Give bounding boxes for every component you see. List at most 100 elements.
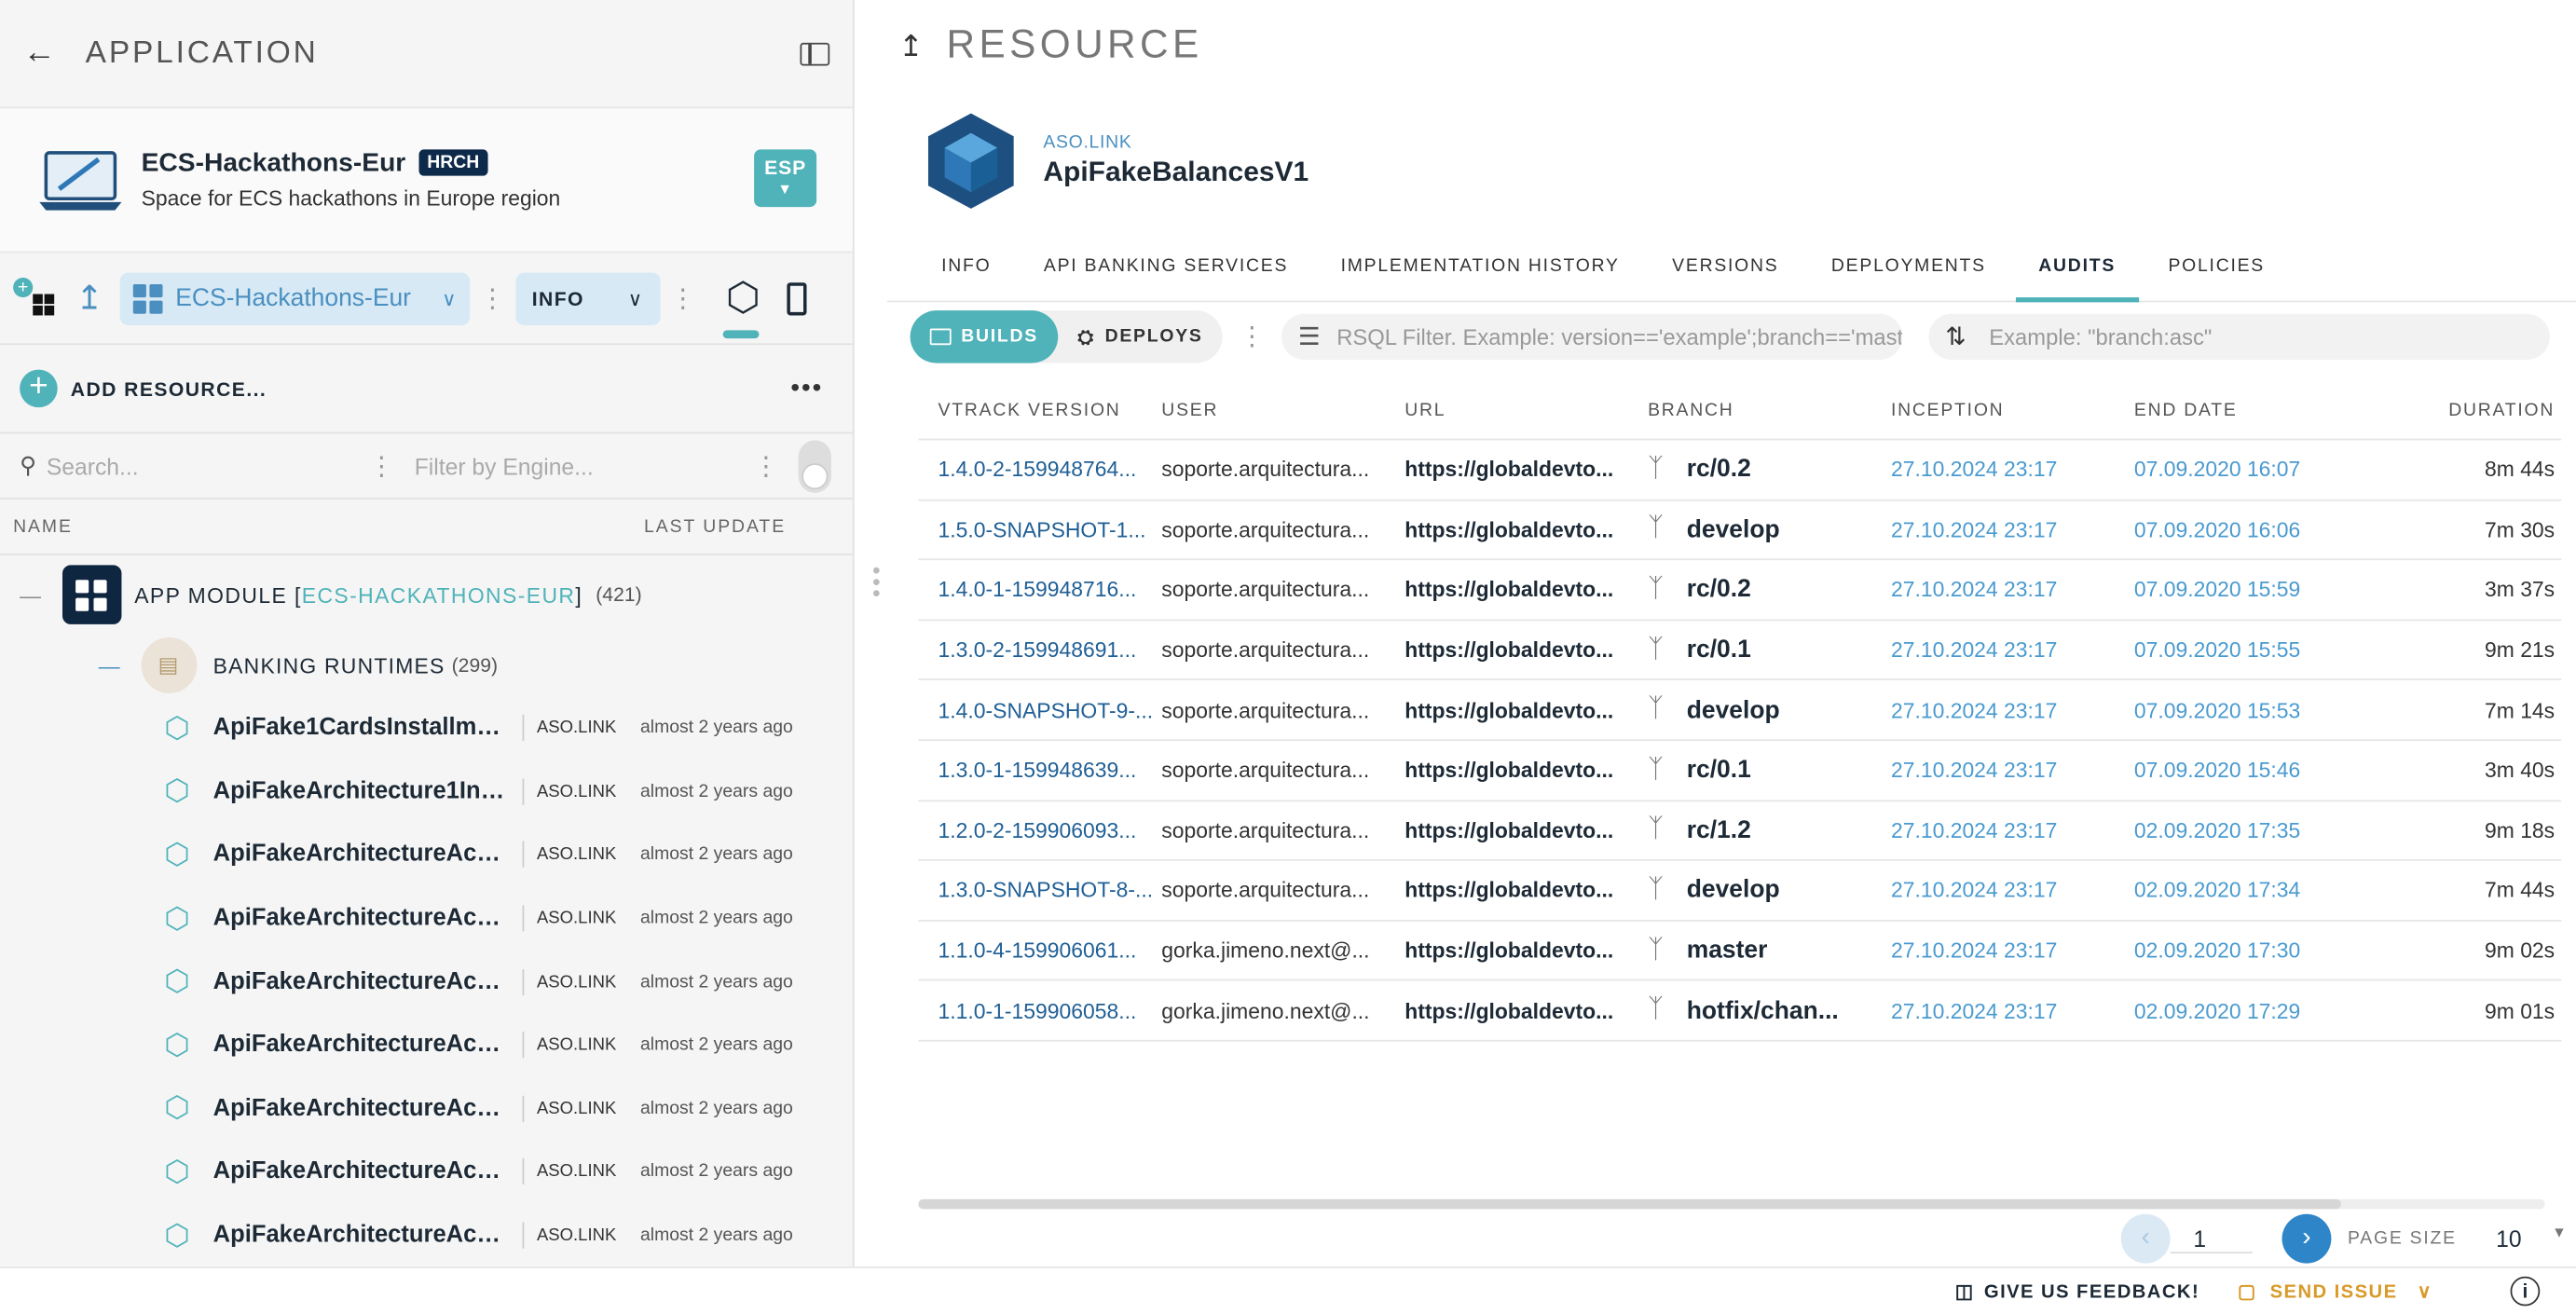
scrollbar-thumb[interactable]: [918, 1198, 2341, 1210]
feedback-button[interactable]: ◫ GIVE US FEEDBACK!: [1955, 1280, 2199, 1303]
caret-down-icon[interactable]: ▼: [2552, 1224, 2567, 1240]
runtime-list-item[interactable]: ⬡ ApiFakeArchitectureAcc... ASO.LINK almost…: [0, 887, 853, 951]
table-row[interactable]: 1.3.0-2-159948691... soporte.arquitectura…: [918, 621, 2562, 681]
tab-implementation-history[interactable]: IMPLEMENTATION HISTORY: [1341, 229, 1620, 302]
rsql-filter-input[interactable]: ☰ RSQL Filter. Example: version=='exampl…: [1281, 313, 1903, 361]
search-input[interactable]: Search...: [47, 453, 359, 479]
table-row[interactable]: 1.2.0-2-159906093... soporte.arquitectura…: [918, 801, 2562, 861]
runtimes-label: BANKING RUNTIMES: [212, 652, 445, 678]
page-size-select[interactable]: 10: [2496, 1225, 2552, 1252]
resize-handle[interactable]: • • •: [872, 558, 881, 604]
url-link[interactable]: https://globaldevto...: [1404, 578, 1648, 602]
page-number[interactable]: 1: [2170, 1225, 2253, 1253]
add-app-grid-icon[interactable]: +: [13, 277, 56, 320]
application-header: ← APPLICATION: [0, 0, 853, 109]
runtime-list-item[interactable]: ⬡ ApiFakeArchitectureAcc... ASO.LINK almost…: [0, 1141, 853, 1204]
table-row[interactable]: 1.4.0-1-159948716... soporte.arquitectura…: [918, 560, 2562, 621]
table-row[interactable]: 1.5.0-SNAPSHOT-1... soporte.arquitectura.…: [918, 500, 2562, 561]
vtrack-version[interactable]: 1.4.0-SNAPSHOT-9-...: [918, 698, 1161, 722]
vtrack-version[interactable]: 1.2.0-2-159906093...: [918, 818, 1161, 842]
tab-versions[interactable]: VERSIONS: [1672, 229, 1778, 302]
previous-page-button[interactable]: ‹: [2120, 1213, 2171, 1264]
column-branch[interactable]: BRANCH: [1648, 400, 1891, 419]
engine-filter-input[interactable]: Filter by Engine...: [415, 453, 744, 479]
vtrack-version[interactable]: 1.4.0-2-159948764...: [918, 458, 1161, 482]
mobile-device-icon[interactable]: [786, 281, 807, 315]
runtime-list-item[interactable]: ⬡ ApiFakeArchitectureAcc... ASO.LINK almost…: [0, 951, 853, 1014]
vtrack-version[interactable]: 1.3.0-2-159948691...: [918, 637, 1161, 662]
runtime-list-item[interactable]: ⬡ ApiFakeArchitectureAcc... ASO.LINK almost…: [0, 823, 853, 886]
inception-date: 27.10.2024 23:17: [1890, 758, 2058, 783]
branch-name: master: [1686, 936, 1768, 965]
info-icon[interactable]: i: [2510, 1276, 2541, 1307]
column-url[interactable]: URL: [1404, 400, 1648, 419]
send-issue-button[interactable]: ▢ SEND ISSUE ∨: [2238, 1280, 2432, 1303]
deploys-toggle[interactable]: ⛭ DEPLOYS: [1058, 310, 1223, 363]
tab-policies[interactable]: POLICIES: [2168, 229, 2265, 302]
url-link[interactable]: https://globaldevto...: [1404, 938, 1648, 963]
region-button[interactable]: ESP ▼: [754, 149, 817, 208]
collapse-icon[interactable]: —: [99, 653, 121, 678]
url-link[interactable]: https://globaldevto...: [1404, 818, 1648, 842]
add-resource-icon[interactable]: +: [20, 369, 58, 408]
sidebar-toggle-icon[interactable]: [800, 41, 830, 65]
builds-toggle[interactable]: BUILDS: [910, 310, 1059, 363]
filter-toggle[interactable]: [799, 439, 832, 492]
next-page-button[interactable]: ›: [2281, 1213, 2332, 1264]
tab-audits[interactable]: AUDITS: [2015, 229, 2139, 302]
app-badge: HRCH: [418, 149, 488, 176]
hexagon-runtime-icon[interactable]: ⬡: [722, 274, 760, 339]
tab-api-banking-services[interactable]: API BANKING SERVICES: [1044, 229, 1288, 302]
runtime-name: ApiFake1CardsInstallme...: [212, 715, 509, 742]
url-link[interactable]: https://globaldevto...: [1404, 517, 1648, 541]
more-options-icon[interactable]: •••: [790, 374, 823, 404]
end-date: 02.09.2020 17:29: [2133, 998, 2301, 1023]
url-link[interactable]: https://globaldevto...: [1404, 998, 1648, 1022]
column-vtrack-version[interactable]: VTRACK VERSION: [918, 400, 1161, 419]
runtime-list-item[interactable]: ⬡ ApiFakeArchitectureAcc... ASO.LINK almost…: [0, 1014, 853, 1077]
banking-runtimes-row[interactable]: — ▤ BANKING RUNTIMES (299): [0, 634, 853, 696]
vtrack-version[interactable]: 1.4.0-1-159948716...: [918, 578, 1161, 602]
column-duration[interactable]: DURATION: [2377, 400, 2561, 419]
url-link[interactable]: https://globaldevto...: [1404, 758, 1648, 782]
url-link[interactable]: https://globaldevto...: [1404, 878, 1648, 902]
vtrack-version[interactable]: 1.3.0-SNAPSHOT-8-...: [918, 878, 1161, 902]
runtime-list-item[interactable]: ⬡ ApiFakeArchitectureAcc... ASO.LINK almost…: [0, 1077, 853, 1141]
runtime-list-item[interactable]: ⬡ ApiFakeArchitectureAcc... ASO.LINK almost…: [0, 1204, 853, 1267]
user-cell: soporte.arquitectura...: [1161, 697, 1370, 723]
back-arrow-icon[interactable]: ←: [23, 34, 56, 73]
table-row[interactable]: 1.4.0-SNAPSHOT-9-... soporte.arquitectura…: [918, 680, 2562, 741]
runtime-list-item[interactable]: ⬡ ApiFake1CardsInstallme... ASO.LINK almost…: [0, 696, 853, 760]
column-user[interactable]: USER: [1161, 400, 1404, 419]
app-name: ECS-Hackathons-Eur: [141, 149, 406, 178]
runtime-list-item[interactable]: ⬡ ApiFakeArchitecture1Inc... ASO.LINK almos…: [0, 760, 853, 823]
table-row[interactable]: 1.3.0-SNAPSHOT-8-... soporte.arquitectura…: [918, 861, 2562, 922]
table-row[interactable]: 1.1.0-1-159906058... gorka.jimeno.next@..…: [918, 981, 2562, 1042]
url-link[interactable]: https://globaldevto...: [1404, 698, 1648, 722]
user-cell: soporte.arquitectura...: [1161, 637, 1370, 663]
separator: [522, 715, 524, 742]
column-inception[interactable]: INCEPTION: [1891, 400, 2134, 419]
url-link[interactable]: https://globaldevto...: [1404, 637, 1648, 662]
app-selector[interactable]: ECS-Hackathons-Eur ∨: [119, 271, 470, 325]
view-selector[interactable]: INFO ∨: [515, 271, 661, 325]
table-row[interactable]: 1.4.0-2-159948764... soporte.arquitectura…: [918, 440, 2562, 500]
tab-deployments[interactable]: DEPLOYMENTS: [1831, 229, 1986, 302]
app-module-row[interactable]: — APP MODULE [ECS-HACKATHONS-EUR] (421): [0, 555, 853, 635]
vtrack-version[interactable]: 1.5.0-SNAPSHOT-1...: [918, 517, 1161, 541]
vtrack-version[interactable]: 1.1.0-4-159906061...: [918, 938, 1161, 963]
table-row[interactable]: 1.3.0-1-159948639... soporte.arquitectura…: [918, 741, 2562, 801]
column-end-date[interactable]: END DATE: [2134, 400, 2377, 419]
url-link[interactable]: https://globaldevto...: [1404, 458, 1648, 482]
vtrack-version[interactable]: 1.1.0-1-159906058...: [918, 998, 1161, 1022]
table-row[interactable]: 1.1.0-4-159906061... gorka.jimeno.next@..…: [918, 921, 2562, 981]
runtime-last-update: almost 2 years ago: [639, 844, 793, 866]
horizontal-scrollbar[interactable]: [918, 1198, 2545, 1210]
collapse-icon[interactable]: —: [20, 582, 42, 607]
level-up-icon[interactable]: ↥: [898, 29, 924, 63]
vtrack-version[interactable]: 1.3.0-1-159948639...: [918, 758, 1161, 782]
tab-info[interactable]: INFO: [941, 229, 991, 302]
sort-input[interactable]: ⇅ Example: "branch:asc": [1928, 313, 2551, 361]
level-up-icon[interactable]: ↥: [75, 278, 103, 319]
add-resource-button[interactable]: ADD RESOURCE...: [71, 377, 267, 401]
